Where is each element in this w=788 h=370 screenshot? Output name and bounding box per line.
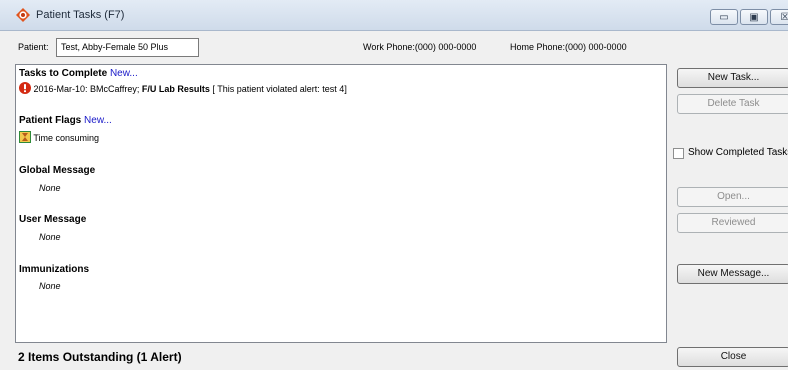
task-item-title: F/U Lab Results (141, 84, 210, 94)
tasks-section-title: Tasks to Complete New... (19, 68, 138, 79)
user-message-title: User Message (19, 214, 87, 225)
new-task-link[interactable]: New... (110, 68, 138, 79)
maximize-icon: ▣ (749, 12, 759, 23)
task-item-note: [ This patient violated alert: test 4] (209, 84, 347, 94)
flags-title: Patient Flags (19, 115, 82, 126)
work-phone: Work Phone:(000) 000-0000 (363, 42, 477, 52)
immunizations-title: Immunizations (19, 264, 90, 275)
maximize-button[interactable]: ▣ (740, 9, 768, 25)
flag-item[interactable]: Time consuming (19, 131, 99, 143)
show-completed-label: Show Completed Tasks (688, 147, 788, 158)
new-message-button[interactable]: New Message... (677, 264, 788, 284)
hourglass-icon (19, 131, 31, 143)
close-window-button[interactable]: ☒ (770, 9, 788, 25)
delete-task-button[interactable]: Delete Task (677, 94, 788, 114)
user-message-value: None (39, 232, 61, 242)
patient-label: Patient: (18, 42, 49, 52)
global-message-title: Global Message (19, 165, 96, 176)
outstanding-status: 2 Items Outstanding (1 Alert) (18, 350, 182, 364)
immunizations-value: None (39, 281, 61, 291)
open-button[interactable]: Open... (677, 187, 788, 207)
window-title: Patient Tasks (F7) (36, 9, 125, 21)
home-phone: Home Phone:(000) 000-0000 (510, 42, 627, 52)
patient-name-field[interactable]: Test, Abby-Female 50 Plus (56, 38, 199, 57)
task-item-date: 2016-Mar-10: BMcCaffrey; (33, 84, 142, 94)
tasks-title: Tasks to Complete (19, 68, 108, 79)
app-icon (16, 8, 30, 22)
minimize-button[interactable]: ▭ (710, 9, 738, 25)
global-message-value: None (39, 183, 61, 193)
tasks-panel: Tasks to Complete New... 2016-Mar-10: BM… (15, 64, 667, 343)
alert-icon (19, 82, 31, 94)
reviewed-button[interactable]: Reviewed (677, 213, 788, 233)
show-completed-checkbox[interactable] (673, 148, 684, 159)
title-bar: Patient Tasks (F7) ▭ ▣ ☒ (0, 0, 788, 31)
task-item[interactable]: 2016-Mar-10: BMcCaffrey; F/U Lab Results… (19, 82, 347, 94)
flags-section-title: Patient Flags New... (19, 115, 112, 126)
close-icon: ☒ (780, 12, 788, 23)
new-flag-link[interactable]: New... (84, 115, 112, 126)
flag-item-label: Time consuming (33, 133, 100, 143)
minimize-icon: ▭ (719, 12, 729, 23)
new-task-button[interactable]: New Task... (677, 68, 788, 88)
close-button[interactable]: Close (677, 347, 788, 367)
